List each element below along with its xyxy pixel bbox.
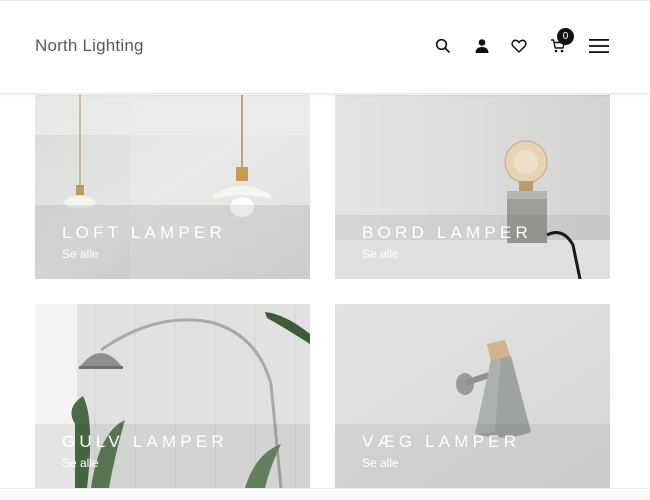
site-logo[interactable]: North Lighting: [35, 36, 144, 56]
tile-title: BORD LAMPER: [362, 223, 532, 242]
see-all-link[interactable]: Se alle: [362, 456, 399, 470]
page-bottom-divider: [0, 488, 650, 500]
category-tile-loft-lamper[interactable]: LOFT LAMPER Se alle: [35, 95, 310, 279]
see-all-link[interactable]: Se alle: [362, 247, 399, 261]
heart-icon[interactable]: [511, 38, 527, 54]
user-icon[interactable]: [474, 38, 490, 54]
cart-count-badge: 0: [557, 28, 574, 45]
category-tile-bord-lamper[interactable]: BORD LAMPER Se alle: [335, 95, 610, 279]
category-tile-gulv-lamper[interactable]: GULV LAMPER Se alle: [35, 304, 310, 488]
see-all-link[interactable]: Se alle: [62, 456, 99, 470]
menu-icon[interactable]: [588, 37, 610, 55]
category-tile-vaeg-lamper[interactable]: VÆG LAMPER Se alle: [335, 304, 610, 488]
tile-title: LOFT LAMPER: [62, 223, 226, 242]
see-all-link[interactable]: Se alle: [62, 247, 99, 261]
tile-title: GULV LAMPER: [62, 432, 228, 451]
tile-title: VÆG LAMPER: [362, 432, 521, 451]
search-icon[interactable]: [435, 38, 451, 54]
page: LOFT LAMPER Se alle BORD LAMPER Se alle …: [0, 0, 650, 500]
site-header: North Lighting 0: [0, 0, 650, 93]
